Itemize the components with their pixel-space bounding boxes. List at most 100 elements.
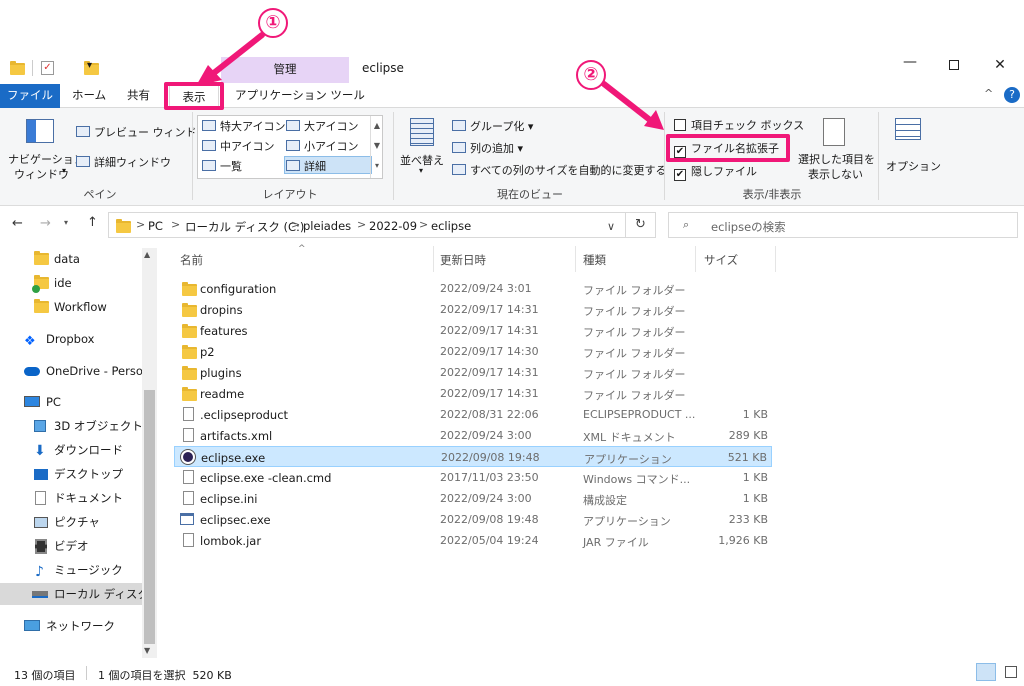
- cell-date: 2022/09/08 19:48: [440, 513, 539, 526]
- table-row[interactable]: artifacts.xml 2022/09/24 3:00 XML ドキュメント 28…: [174, 425, 772, 446]
- table-row[interactable]: .eclipseproduct 2022/08/31 22:06 ECLIPSEPR…: [174, 404, 772, 425]
- chevron-right-icon: >: [291, 218, 301, 231]
- back-icon[interactable]: ←: [12, 216, 23, 231]
- nav-item-onedrive[interactable]: OneDrive - Persor: [0, 360, 142, 382]
- file-icon: [183, 533, 194, 547]
- nav-item-local-disk[interactable]: ローカル ディスク (C: [0, 583, 142, 605]
- breadcrumb-pleiades[interactable]: pleiades: [303, 219, 351, 233]
- cell-name: eclipsec.exe: [200, 513, 271, 527]
- nav-item-pictures[interactable]: ピクチャ: [0, 511, 142, 533]
- table-row[interactable]: eclipse.exe 2022/09/08 19:48 アプリケーション 521 K…: [174, 446, 772, 467]
- column-divider[interactable]: [433, 246, 434, 272]
- music-icon: ♪: [35, 564, 44, 580]
- cell-size: 521 KB: [727, 451, 767, 464]
- cell-type: XML ドキュメント: [583, 431, 676, 444]
- table-row[interactable]: plugins 2022/09/17 14:31 ファイル フォルダー: [174, 362, 772, 383]
- annotation-box-view-tab: [164, 82, 224, 110]
- column-header-size[interactable]: サイズ: [704, 252, 738, 268]
- nav-item-label: ダウンロード: [54, 443, 123, 457]
- column-header-type[interactable]: 種類: [583, 252, 606, 268]
- cube-icon: [34, 420, 46, 432]
- folder-icon: [182, 282, 197, 296]
- details-view-icon[interactable]: [976, 663, 996, 681]
- search-box[interactable]: ⌕ eclipseの検索: [668, 212, 1018, 238]
- cell-type: Windows コマンド...: [583, 473, 691, 486]
- table-row[interactable]: eclipse.ini 2022/09/24 3:00 構成設定 1 KB: [174, 488, 772, 509]
- network-icon: [24, 620, 40, 631]
- cell-type: ファイル フォルダー: [583, 305, 686, 318]
- column-header-date[interactable]: 更新日時: [440, 252, 486, 268]
- breadcrumb-local-disk[interactable]: ローカル ディスク (C:): [185, 219, 304, 235]
- up-icon[interactable]: ↑: [87, 215, 98, 230]
- drive-icon: [32, 591, 48, 598]
- breadcrumb-eclipse[interactable]: eclipse: [431, 219, 471, 233]
- chevron-right-icon: >: [171, 218, 181, 231]
- large-icons-view-icon[interactable]: [1002, 663, 1020, 681]
- table-row[interactable]: lombok.jar 2022/05/04 19:24 JAR ファイル 1,926 …: [174, 530, 772, 551]
- table-row[interactable]: p2 2022/09/17 14:30 ファイル フォルダー: [174, 341, 772, 362]
- folder-icon: [34, 251, 49, 265]
- nav-scroll-thumb[interactable]: [144, 390, 155, 644]
- nav-item-downloads[interactable]: ⬇ ダウンロード: [0, 439, 142, 461]
- chevron-right-icon: >: [357, 218, 367, 231]
- column-divider[interactable]: [775, 246, 776, 272]
- file-icon: [183, 407, 194, 421]
- status-bar: 13 個の項目 1 個の項目を選択 520 KB: [0, 660, 1024, 686]
- table-row[interactable]: dropins 2022/09/17 14:31 ファイル フォルダー: [174, 299, 772, 320]
- nav-item-label: 3D オブジェクト: [54, 419, 142, 433]
- nav-item-3d-objects[interactable]: 3D オブジェクト: [0, 415, 142, 437]
- nav-item-label: ドキュメント: [54, 491, 123, 505]
- column-divider[interactable]: [695, 246, 696, 272]
- cell-name: eclipse.exe: [201, 451, 266, 465]
- nav-item-label: PC: [46, 395, 61, 409]
- cell-date: 2017/11/03 23:50: [440, 471, 539, 484]
- file-icon: [183, 428, 194, 442]
- dropbox-icon: ❖: [24, 334, 36, 349]
- scroll-down-icon[interactable]: ▼: [144, 646, 150, 655]
- cell-type: ファイル フォルダー: [583, 389, 686, 402]
- search-input[interactable]: eclipseの検索: [711, 219, 786, 235]
- folder-icon: [116, 219, 131, 233]
- nav-item-label: Dropbox: [46, 332, 95, 346]
- breadcrumb-2022-09[interactable]: 2022-09: [369, 219, 417, 233]
- nav-item-videos[interactable]: ビデオ: [0, 535, 142, 557]
- cell-date: 2022/09/17 14:31: [440, 366, 539, 379]
- nav-item-documents[interactable]: ドキュメント: [0, 487, 142, 509]
- nav-item-ide[interactable]: ide: [0, 272, 142, 294]
- column-header-name[interactable]: 名前: [180, 252, 203, 268]
- navigation-pane: data ide Workflow ❖ Dropbox OneDrive - Pe…: [0, 248, 157, 658]
- sort-indicator-icon: ^: [298, 244, 306, 254]
- address-dropdown-icon[interactable]: ∨: [607, 220, 615, 233]
- address-bar[interactable]: > PC > ローカル ディスク (C:) > pleiades > 2022-…: [108, 212, 656, 238]
- table-row[interactable]: configuration 2022/09/24 3:01 ファイル フォルダー: [174, 278, 772, 299]
- scroll-up-icon[interactable]: ▲: [144, 250, 150, 259]
- folder-icon: [182, 303, 197, 317]
- column-divider[interactable]: [575, 246, 576, 272]
- breadcrumb-pc[interactable]: PC: [148, 219, 163, 233]
- cell-size: 1 KB: [742, 492, 768, 505]
- nav-item-label: ビデオ: [54, 539, 89, 553]
- cell-date: 2022/09/24 3:00: [440, 492, 532, 505]
- sync-check-icon: [32, 285, 40, 293]
- nav-item-network[interactable]: ネットワーク: [0, 615, 142, 637]
- refresh-icon[interactable]: ↻: [635, 217, 646, 232]
- settings-file-icon: [183, 491, 194, 505]
- forward-icon[interactable]: →: [40, 216, 51, 231]
- recent-locations-icon[interactable]: ▾: [64, 218, 68, 227]
- cell-type: アプリケーション: [584, 453, 672, 466]
- cell-type: ファイル フォルダー: [583, 347, 686, 360]
- table-row[interactable]: eclipse.exe -clean.cmd 2017/11/03 23:50 Wi…: [174, 467, 772, 488]
- cell-date: 2022/09/17 14:31: [440, 324, 539, 337]
- nav-buttons: ← → ▾ ↑: [10, 215, 106, 236]
- nav-item-workflow[interactable]: Workflow: [0, 296, 142, 318]
- nav-item-music[interactable]: ♪ ミュージック: [0, 559, 142, 581]
- cell-date: 2022/09/17 14:31: [440, 387, 539, 400]
- table-row[interactable]: eclipsec.exe 2022/09/08 19:48 アプリケーション 233 …: [174, 509, 772, 530]
- nav-item-pc[interactable]: PC: [0, 391, 142, 413]
- table-row[interactable]: features 2022/09/17 14:31 ファイル フォルダー: [174, 320, 772, 341]
- nav-item-desktop[interactable]: デスクトップ: [0, 463, 142, 485]
- cell-name: dropins: [200, 303, 243, 317]
- nav-item-data[interactable]: data: [0, 248, 142, 270]
- table-row[interactable]: readme 2022/09/17 14:31 ファイル フォルダー: [174, 383, 772, 404]
- nav-item-dropbox[interactable]: ❖ Dropbox: [0, 328, 142, 350]
